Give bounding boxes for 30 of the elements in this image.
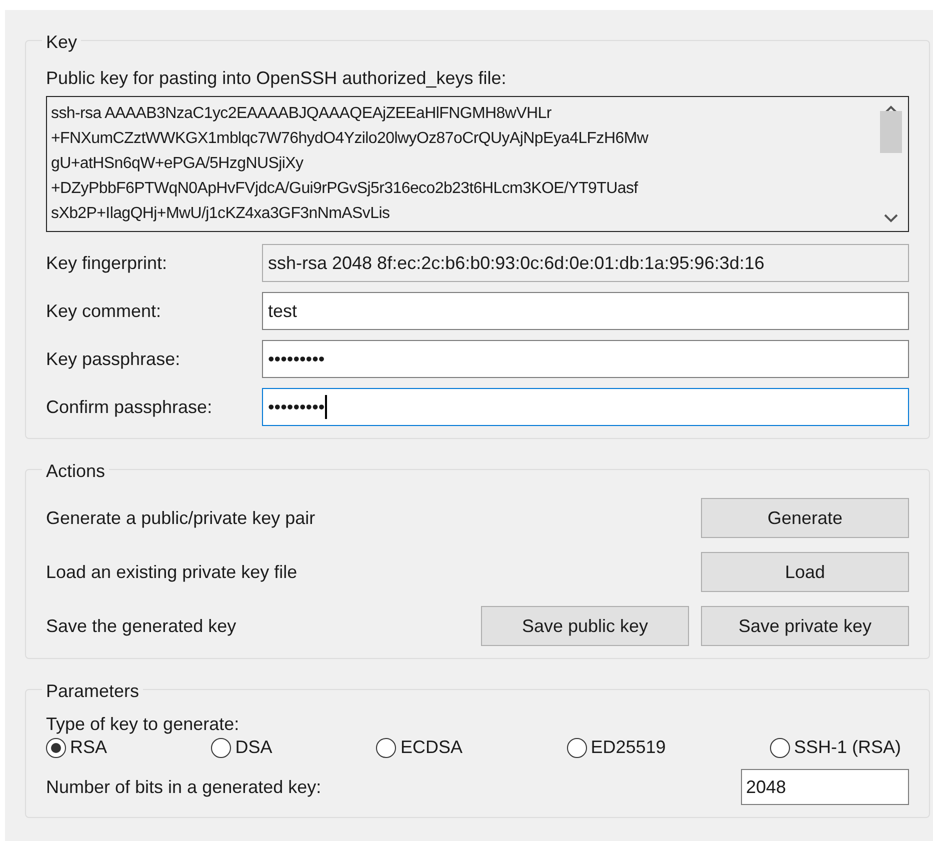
radio-button[interactable] xyxy=(566,738,587,758)
text-field[interactable]: test xyxy=(262,292,909,330)
action-button[interactable]: Save private key xyxy=(701,606,909,646)
field-label: Key passphrase: xyxy=(46,348,182,371)
text-field[interactable]: ••••••••• xyxy=(262,340,909,378)
action-button[interactable]: Generate xyxy=(701,498,909,538)
radio-option[interactable]: ECDSA xyxy=(376,734,462,761)
bits-label: Number of bits in a generated key: xyxy=(46,776,322,799)
action-label: Generate a public/private key pair xyxy=(46,506,316,530)
radio-option[interactable]: ED25519 xyxy=(566,734,666,761)
action-button[interactable]: Load xyxy=(701,552,909,592)
radio-button[interactable] xyxy=(46,738,66,758)
public-key-label: Public key for pasting into OpenSSH authorized_keys file: xyxy=(46,67,508,90)
field-label: Key comment: xyxy=(46,300,162,323)
text-cursor xyxy=(324,395,327,419)
radio-button[interactable] xyxy=(376,738,396,758)
text-field[interactable]: ••••••••• xyxy=(262,388,909,426)
radio-option[interactable]: SSH-1 (RSA) xyxy=(770,734,901,761)
radio-option[interactable]: DSA xyxy=(211,734,272,761)
action-button[interactable]: Save public key xyxy=(481,606,689,646)
text-field[interactable]: ssh-rsa 2048 8f:ec:2c:b6:b0:93:0c:6d:0e:01:db:1a:95:96:3d:16 xyxy=(262,244,909,282)
action-label: Load an existing private key file xyxy=(46,560,298,584)
action-label: Save the generated key xyxy=(46,614,238,638)
field-label: Key fingerprint: xyxy=(46,252,168,275)
radio-button[interactable] xyxy=(211,738,232,758)
key-type-label: Type of key to generate: xyxy=(46,714,240,734)
bits-field[interactable]: 2048 xyxy=(741,769,909,805)
radio-button[interactable] xyxy=(770,738,790,758)
radio-option[interactable]: RSA xyxy=(46,734,108,761)
field-label: Confirm passphrase: xyxy=(46,396,214,419)
